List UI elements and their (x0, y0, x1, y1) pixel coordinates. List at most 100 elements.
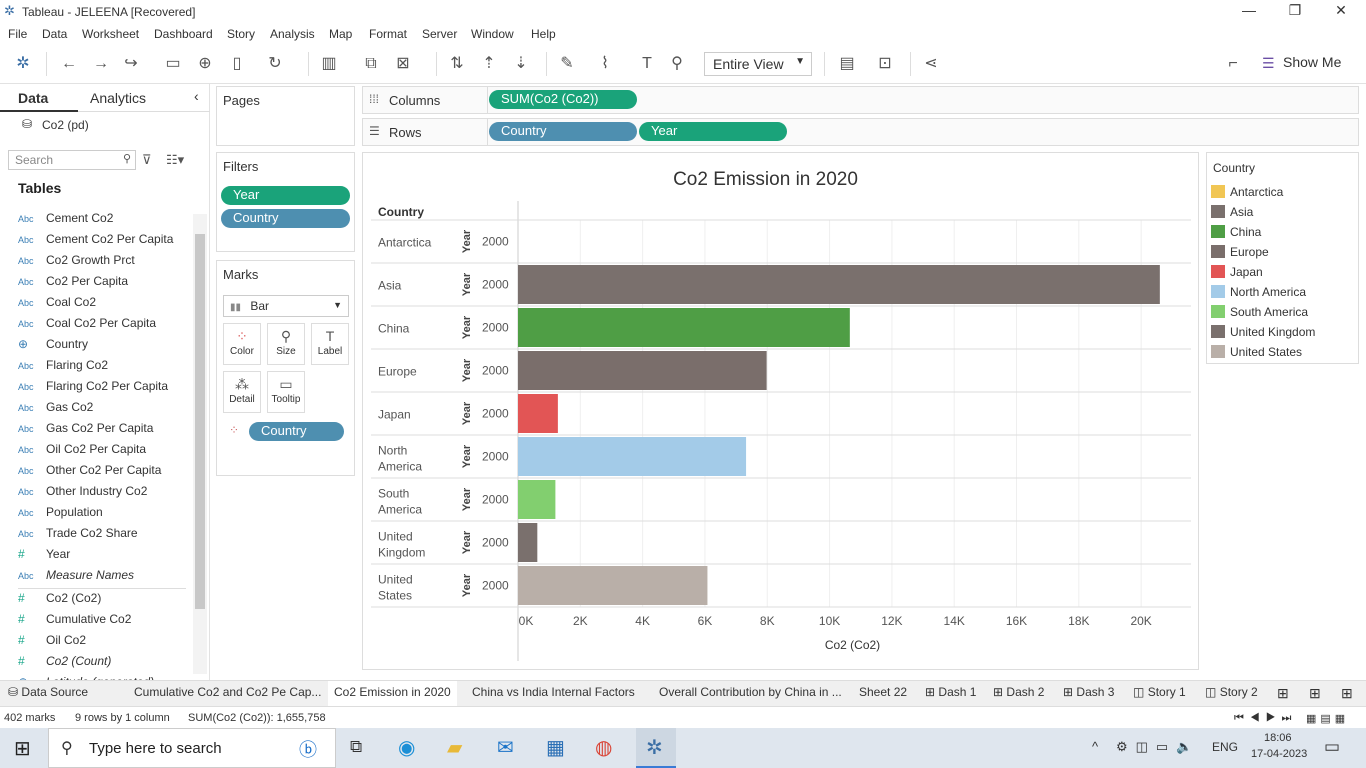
show-me-button[interactable]: Show Me (1283, 54, 1341, 70)
field-item[interactable]: Abc Population (18, 505, 103, 526)
tab-dash-3[interactable]: ⊞ Dash 3 (1063, 685, 1114, 699)
field-item[interactable]: # Oil Co2 (18, 633, 86, 654)
legend-item[interactable]: Europe (1211, 245, 1269, 263)
size-button[interactable]: ⚲ Size (267, 323, 305, 365)
legend-item[interactable]: China (1211, 225, 1261, 243)
pause-updates-icon[interactable]: ▯ (226, 54, 248, 74)
tooltip-button[interactable]: ▭ Tooltip (267, 371, 305, 413)
menu-help[interactable]: Help (531, 27, 556, 41)
menu-worksheet[interactable]: Worksheet (82, 27, 139, 41)
save-icon[interactable]: ▭ (162, 54, 184, 74)
field-item[interactable]: # Co2 (Co2) (18, 591, 101, 612)
legend-item[interactable]: South America (1211, 305, 1308, 323)
menu-window[interactable]: Window (471, 27, 514, 41)
field-item[interactable]: Abc Gas Co2 Per Capita (18, 421, 153, 442)
tab-china-vs-india[interactable]: China vs India Internal Factors (472, 685, 635, 699)
legend-item[interactable]: Japan (1211, 265, 1263, 283)
field-item[interactable]: Abc Trade Co2 Share (18, 526, 138, 547)
field-item[interactable]: Abc Other Co2 Per Capita (18, 463, 161, 484)
mark-type-select[interactable]: ▮▮ Bar ▼ (223, 295, 349, 317)
tableau-home-icon[interactable]: ✲ (12, 54, 34, 74)
filter-pill-country[interactable]: Country (221, 209, 350, 228)
filter-pill-year[interactable]: Year (221, 186, 350, 205)
filter-icon[interactable]: ⊽ (142, 152, 152, 168)
pin-axes-icon[interactable]: ⚲ (666, 54, 688, 74)
rows-pill-year[interactable]: Year (639, 122, 787, 141)
tab-cumulative-co2[interactable]: Cumulative Co2 and Co2 Pe Cap... (134, 685, 321, 699)
tab-data-source[interactable]: ⛁ Data Source (8, 685, 88, 699)
scrollbar-thumb[interactable] (195, 234, 205, 609)
field-item[interactable]: Abc Flaring Co2 Per Capita (18, 379, 168, 400)
group-members-icon[interactable]: ⌇ (594, 54, 616, 74)
store-icon[interactable]: ▦ (546, 735, 565, 760)
chrome-icon[interactable]: ◍ (595, 735, 612, 760)
share-icon[interactable]: ⋖ (920, 54, 942, 74)
bar-chart[interactable]: Co2 Emission in 2020 Country Antarctica Yea… (363, 153, 1198, 669)
duplicate-sheet-icon[interactable]: ⧉ (360, 54, 382, 74)
rows-pill-country[interactable]: Country (489, 122, 637, 141)
field-item[interactable]: Abc Other Industry Co2 (18, 484, 147, 505)
bar-europe[interactable] (518, 351, 767, 390)
presentation-mode-icon[interactable]: ⊡ (874, 54, 896, 74)
field-item[interactable]: # Cumulative Co2 (18, 612, 131, 633)
menu-analysis[interactable]: Analysis (270, 27, 315, 41)
field-item[interactable]: Abc Coal Co2 (18, 295, 96, 316)
field-item[interactable]: ⊕ Country (18, 337, 88, 358)
taskbar-search[interactable]: ⚲ Type here to search ⓑ (48, 728, 336, 768)
menu-dashboard[interactable]: Dashboard (154, 27, 213, 41)
new-story-tab-icon[interactable]: ⊞ (1341, 685, 1353, 702)
field-item[interactable]: Abc Oil Co2 Per Capita (18, 442, 146, 463)
highlight-icon[interactable]: ✎ (556, 54, 578, 74)
new-worksheet-icon[interactable]: ▥ (318, 54, 340, 74)
replay-icon[interactable]: ↪ (120, 54, 142, 74)
tab-co2-emission-2020[interactable]: Co2 Emission in 2020 (328, 681, 457, 707)
tableau-taskbar-button[interactable]: ✲ (636, 728, 676, 768)
clock-date[interactable]: 17-04-2023 (1251, 748, 1307, 760)
field-item[interactable]: Abc Measure Names (18, 568, 134, 589)
mail-icon[interactable]: ✉ (497, 735, 514, 760)
show-cards-icon[interactable]: ▤ (836, 54, 858, 74)
tab-story-2[interactable]: ◫ Story 2 (1205, 685, 1258, 699)
tab-overall-contribution[interactable]: Overall Contribution by China in ... (659, 685, 842, 699)
language-indicator[interactable]: ENG (1212, 740, 1238, 754)
new-worksheet-tab-icon[interactable]: ⊞ (1277, 685, 1289, 702)
sort-descending-icon[interactable]: ⇣ (510, 54, 532, 74)
minimize-button[interactable]: — (1226, 2, 1272, 22)
close-button[interactable]: ✕ (1318, 2, 1364, 22)
menu-map[interactable]: Map (329, 27, 352, 41)
field-item[interactable]: Abc Cement Co2 Per Capita (18, 232, 173, 253)
field-item[interactable]: Abc Coal Co2 Per Capita (18, 316, 156, 337)
clock-time[interactable]: 18:06 (1264, 732, 1292, 744)
field-item[interactable]: Abc Gas Co2 (18, 400, 93, 421)
datasource-name[interactable]: Co2 (pd) (42, 118, 89, 132)
collapse-pane-icon[interactable]: ‹ (194, 88, 199, 104)
windows-start-icon[interactable]: ⊞ (14, 736, 31, 761)
legend-item[interactable]: United Kingdom (1211, 325, 1315, 343)
bar-china[interactable] (518, 308, 850, 347)
field-item[interactable]: Abc Co2 Growth Prct (18, 253, 135, 274)
sort-ascending-icon[interactable]: ⇡ (478, 54, 500, 74)
sheet-view-icon[interactable]: ▦▤▦ (1306, 712, 1349, 725)
legend-item[interactable]: North America (1211, 285, 1306, 303)
undo-icon[interactable]: ← (58, 54, 80, 74)
bar-south-america[interactable] (518, 480, 556, 519)
file-explorer-icon[interactable]: ▰ (447, 735, 462, 760)
legend-item[interactable]: Asia (1211, 205, 1253, 223)
redo-icon[interactable]: → (90, 54, 112, 74)
format-painter-icon[interactable]: ⌐ (1222, 54, 1244, 74)
field-item[interactable]: Abc Flaring Co2 (18, 358, 108, 379)
swap-rows-columns-icon[interactable]: ⇅ (446, 54, 468, 74)
search-input[interactable]: Search ⚲ (8, 150, 136, 170)
columns-pill-sum-co2[interactable]: SUM(Co2 (Co2)) (489, 90, 637, 109)
field-item[interactable]: Abc Co2 Per Capita (18, 274, 128, 295)
tray-chevron-icon[interactable]: ^ (1092, 739, 1098, 754)
clear-sheet-icon[interactable]: ⊠ (392, 54, 414, 74)
notifications-icon[interactable]: ▭ (1324, 737, 1340, 757)
refresh-icon[interactable]: ↻ (264, 54, 286, 74)
task-view-icon[interactable]: ⧉ (350, 737, 362, 757)
menu-server[interactable]: Server (422, 27, 457, 41)
field-item[interactable]: Abc Cement Co2 (18, 211, 113, 232)
tab-dash-1[interactable]: ⊞ Dash 1 (925, 685, 976, 699)
show-mark-labels-icon[interactable]: T (636, 54, 658, 74)
bar-asia[interactable] (518, 265, 1160, 304)
